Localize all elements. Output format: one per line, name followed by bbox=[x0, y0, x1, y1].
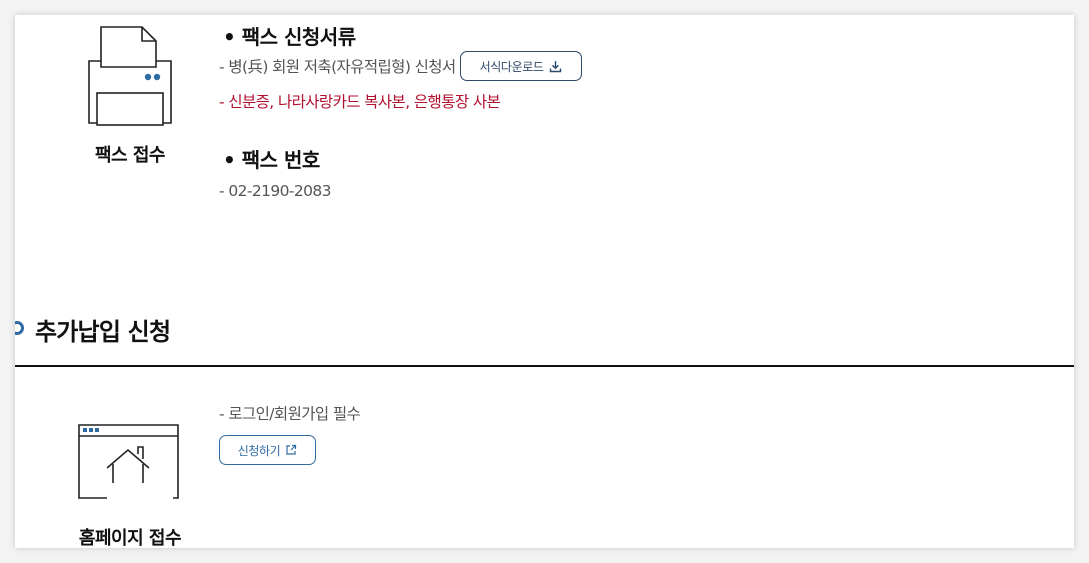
fax-label: 팩스 접수 bbox=[94, 145, 166, 166]
login-required-text: - 로그인/회원가입 필수 bbox=[219, 405, 361, 423]
content-card: 팩스 접수 • 팩스 신청서류 - 병(兵) 회원 저축(자유적립형) 신청서 … bbox=[15, 15, 1074, 548]
section-divider bbox=[15, 365, 1074, 367]
form-line-row: - 병(兵) 회원 저축(자유적립형) 신청서 서식다운로드 bbox=[219, 51, 582, 81]
required-docs-text: - 신분증, 나라사랑카드 복사본, 은행통장 사본 bbox=[219, 93, 501, 111]
homepage-label: 홈페이지 접수 bbox=[78, 528, 182, 548]
apply-button[interactable]: 신청하기 bbox=[219, 435, 316, 465]
download-button-label: 서식다운로드 bbox=[479, 59, 544, 74]
apply-button-label: 신청하기 bbox=[237, 443, 281, 458]
fax-number-text: - 02-2190-2083 bbox=[219, 182, 332, 200]
printer-icon bbox=[88, 26, 172, 126]
section-bullet-icon bbox=[15, 321, 24, 335]
section-title: 추가납입 신청 bbox=[35, 318, 171, 346]
browser-home-icon bbox=[78, 424, 179, 499]
form-download-button[interactable]: 서식다운로드 bbox=[459, 51, 582, 81]
download-icon bbox=[549, 60, 561, 72]
fax-docs-heading: • 팩스 신청서류 bbox=[223, 25, 356, 49]
fax-number-heading: • 팩스 번호 bbox=[223, 148, 320, 172]
external-link-icon bbox=[286, 444, 297, 455]
form-line-text: - 병(兵) 회원 저축(자유적립형) 신청서 bbox=[219, 58, 456, 76]
